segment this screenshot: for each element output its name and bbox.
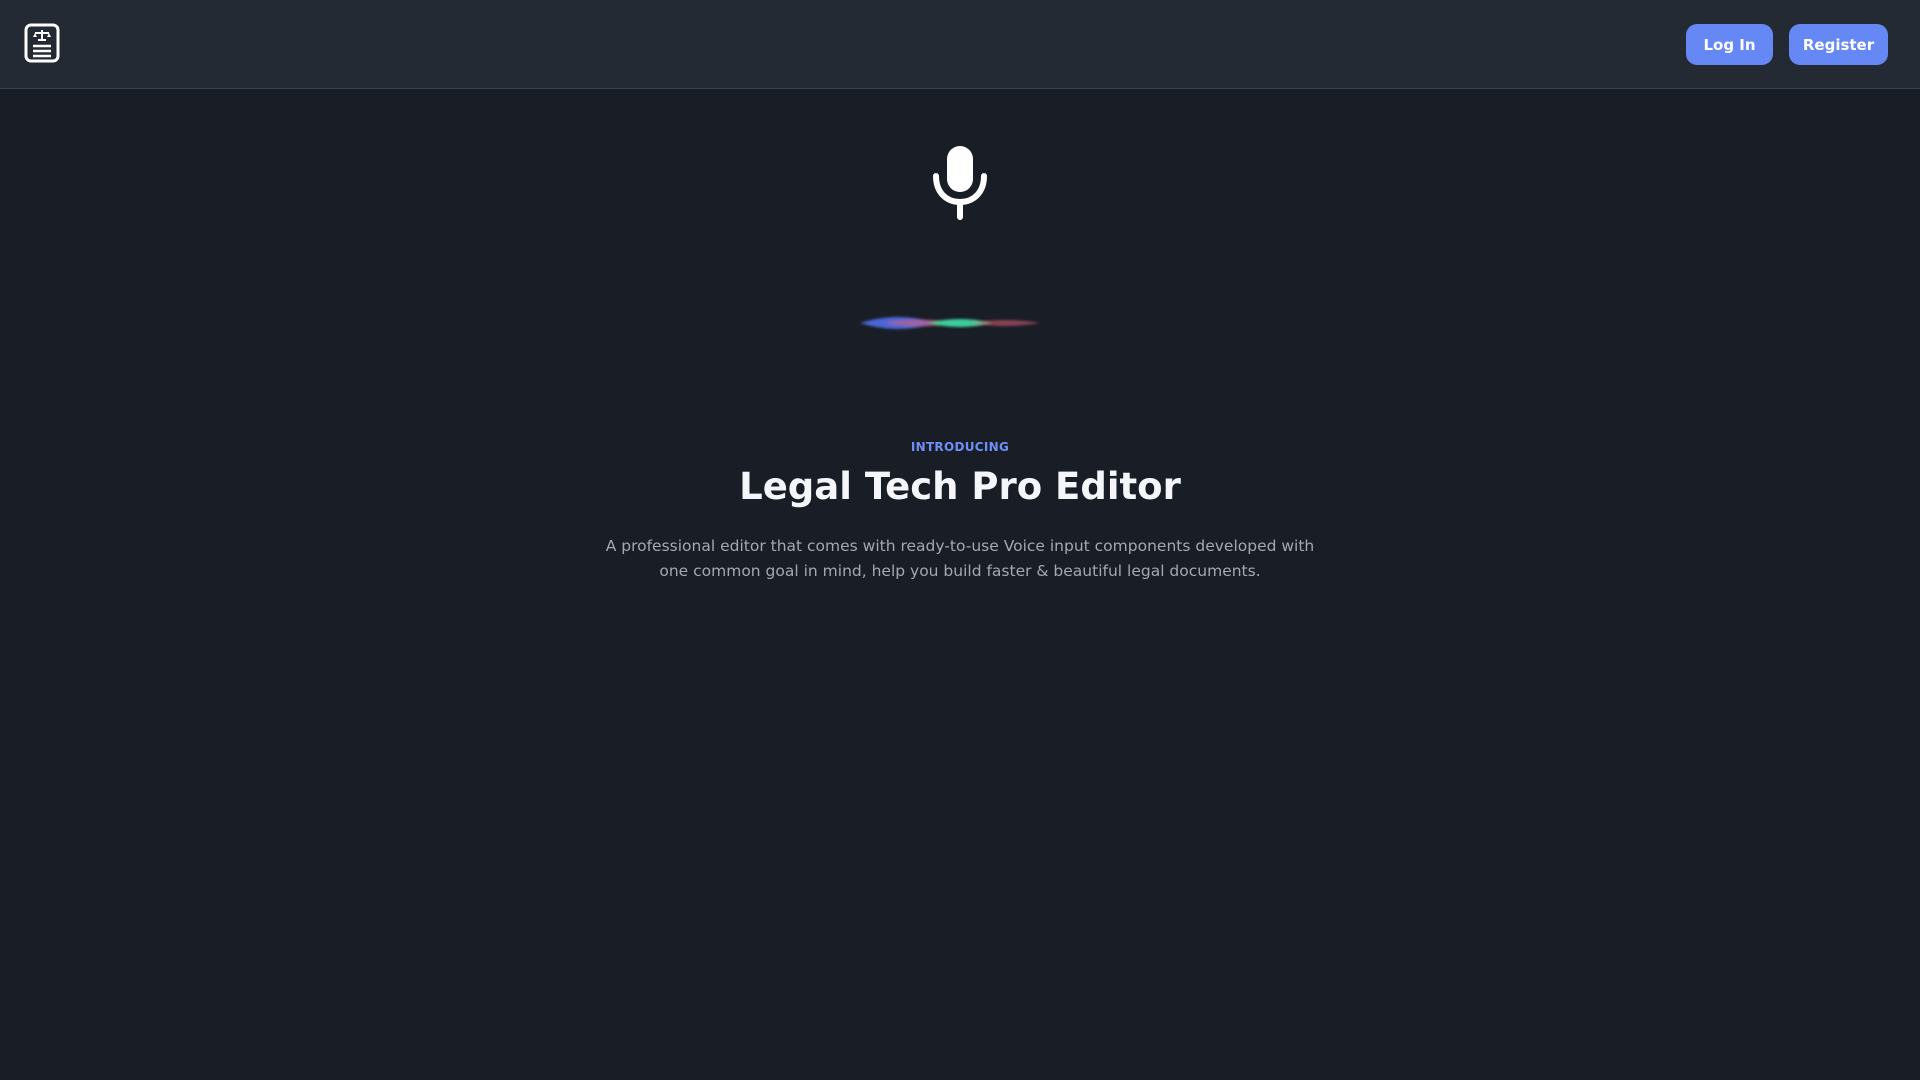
introducing-label: INTRODUCING [910,440,1010,454]
microphone-icon[interactable] [930,144,990,220]
hero-description: A professional editor that comes with re… [605,537,1315,580]
top-navigation-bar: Log In Register [0,0,1920,89]
log-in-button[interactable]: Log In [1686,24,1773,65]
voice-waveform [660,308,1260,338]
legal-document-logo-icon[interactable] [24,23,60,63]
register-button[interactable]: Register [1789,24,1888,65]
page-title: Legal Tech Pro Editor [739,465,1181,508]
